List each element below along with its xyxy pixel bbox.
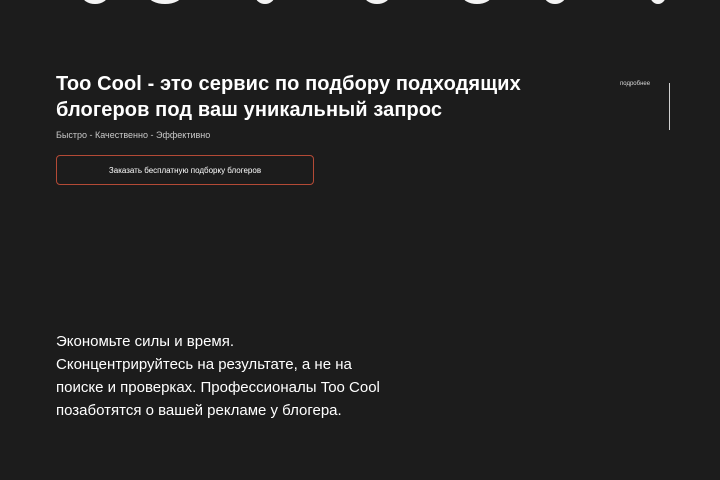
top-decoration	[650, 0, 666, 4]
more-link[interactable]: подробнее	[620, 80, 650, 89]
hero-title-line-2: блогеров под ваш уникальный запрос	[56, 99, 443, 121]
info-section: Экономьте силы и время. Сконцентрируйтес…	[56, 330, 486, 422]
hero-title: Too Cool - это сервис по подбору подходя…	[56, 71, 616, 123]
top-decoration	[544, 0, 566, 4]
order-selection-button[interactable]: Заказать бесплатную подборку блогеров	[56, 155, 314, 185]
more-block: подробнее	[620, 80, 672, 132]
top-decoration	[462, 0, 492, 4]
top-decoration	[82, 0, 108, 4]
info-text-line: Сконцентрируйтесь на результате, а не на	[56, 356, 352, 373]
top-decoration	[255, 0, 275, 4]
hero-section: Too Cool - это сервис по подбору подходя…	[56, 71, 616, 185]
info-text-line: Экономьте силы и время.	[56, 333, 235, 350]
hero-subtitle: Быстро - Качественно - Эффективно	[56, 130, 211, 140]
top-decoration	[364, 0, 390, 4]
info-text-line: поиске и проверках. Профессионалы Too Co…	[56, 379, 380, 396]
more-divider-line	[669, 83, 670, 130]
top-image-strip	[0, 0, 720, 8]
top-decoration	[148, 0, 182, 4]
info-text-line: позаботятся о вашей рекламе у блогера.	[56, 402, 342, 419]
hero-title-line-1: Too Cool - это сервис по подбору подходя…	[56, 73, 521, 95]
